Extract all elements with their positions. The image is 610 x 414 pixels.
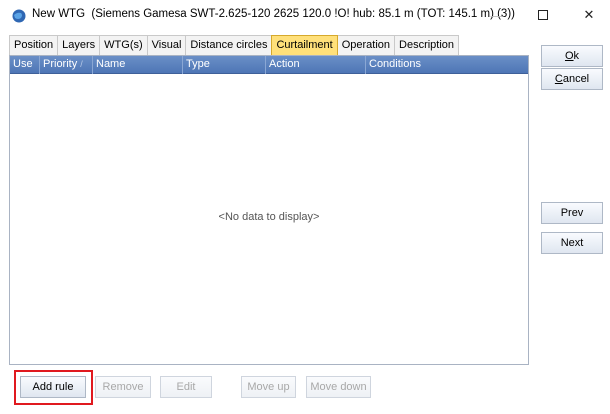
column-header-action-label: Action <box>269 58 300 70</box>
tab-position[interactable]: Position <box>9 35 59 55</box>
tab-wtgs[interactable]: WTG(s) <box>99 35 148 55</box>
column-header-conditions-label: Conditions <box>369 58 421 70</box>
wtg-dialog: New WTG (Siemens Gamesa SWT-2.625-120 26… <box>0 0 610 414</box>
close-icon: ✕ <box>583 7 595 22</box>
add-rule-button[interactable]: Add rule <box>20 376 86 398</box>
column-header-type-label: Type <box>186 58 210 70</box>
ok-label-rest: k <box>573 50 580 62</box>
tab-strip: Position Layers WTG(s) Visual Distance c… <box>9 35 460 55</box>
column-header-priority-label: Priority <box>43 58 78 70</box>
grid-header: Use Priority / Name Type Action Condition… <box>10 56 528 74</box>
minimize-button[interactable]: — <box>474 0 520 30</box>
column-header-priority[interactable]: Priority / <box>40 56 93 74</box>
tab-description[interactable]: Description <box>394 35 460 55</box>
tab-distance-circles[interactable]: Distance circles <box>185 35 273 55</box>
cancel-button[interactable]: Cancel <box>541 68 603 90</box>
close-button[interactable]: ✕ <box>566 0 610 30</box>
edit-button[interactable]: Edit <box>160 376 212 398</box>
tab-layers[interactable]: Layers <box>57 35 101 55</box>
tab-visual[interactable]: Visual <box>146 35 187 55</box>
ok-accelerator: O <box>564 50 574 62</box>
remove-button[interactable]: Remove <box>95 376 151 398</box>
window-title-name: New WTG <box>32 8 86 20</box>
cancel-label-rest: ancel <box>562 73 590 85</box>
column-header-action[interactable]: Action <box>266 56 366 74</box>
column-header-use[interactable]: Use <box>10 56 40 74</box>
column-header-name[interactable]: Name <box>93 56 183 74</box>
minimize-icon: — <box>490 7 504 23</box>
sort-indicator-icon: / <box>80 59 83 69</box>
title-bar: New WTG (Siemens Gamesa SWT-2.625-120 26… <box>0 0 610 30</box>
maximize-icon <box>538 10 548 20</box>
prev-button[interactable]: Prev <box>541 202 603 224</box>
tab-operation[interactable]: Operation <box>336 35 396 55</box>
column-header-conditions[interactable]: Conditions <box>366 56 528 74</box>
move-up-button[interactable]: Move up <box>241 376 296 398</box>
empty-grid-message: <No data to display> <box>218 211 320 223</box>
curtailment-grid[interactable]: Use Priority / Name Type Action Condition… <box>9 55 529 365</box>
maximize-button[interactable] <box>520 0 566 30</box>
tab-curtailment[interactable]: Curtailment <box>271 35 338 55</box>
column-header-use-label: Use <box>13 58 33 70</box>
ok-button[interactable]: Ok <box>541 45 603 67</box>
window-title: New WTG (Siemens Gamesa SWT-2.625-120 26… <box>32 8 515 20</box>
window-title-detail: (Siemens Gamesa SWT-2.625-120 2625 120.0… <box>91 8 515 20</box>
move-down-button[interactable]: Move down <box>306 376 371 398</box>
next-button[interactable]: Next <box>541 232 603 254</box>
cancel-accelerator: C <box>554 73 563 85</box>
column-header-type[interactable]: Type <box>183 56 266 74</box>
app-globe-icon <box>12 9 26 23</box>
column-header-name-label: Name <box>96 58 126 70</box>
